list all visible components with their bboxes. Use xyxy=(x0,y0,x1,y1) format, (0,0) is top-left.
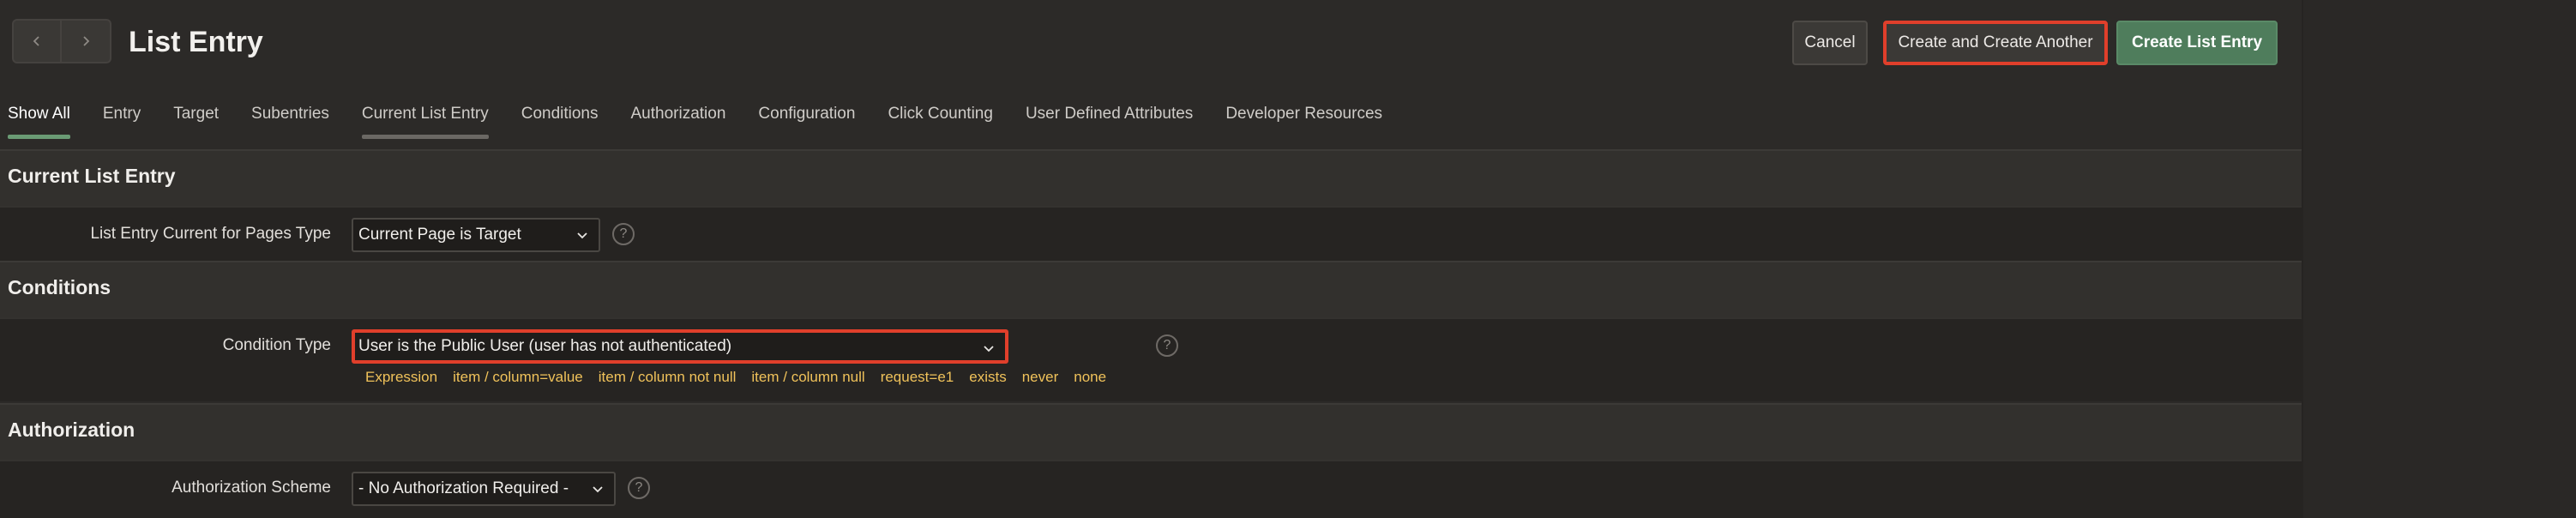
right-gutter xyxy=(2302,0,2576,518)
quick-pick-link[interactable]: request=e1 xyxy=(881,369,954,386)
record-navigation xyxy=(12,19,113,63)
field-label: List Entry Current for Pages Type xyxy=(90,225,331,243)
tab-authorization[interactable]: Authorization xyxy=(631,94,726,142)
page-title: List Entry xyxy=(129,26,263,58)
tab-target[interactable]: Target xyxy=(173,94,219,142)
previous-button[interactable] xyxy=(12,19,62,63)
help-icon[interactable]: ? xyxy=(1156,334,1178,357)
tab-developer-resources[interactable]: Developer Resources xyxy=(1225,94,1382,142)
quick-pick-link[interactable]: exists xyxy=(969,369,1006,386)
section-current-list-entry: Current List Entry xyxy=(0,149,2302,206)
chevron-down-icon xyxy=(984,346,994,352)
section-title: Authorization xyxy=(8,419,135,441)
quick-pick-link[interactable]: Expression xyxy=(365,369,437,386)
help-icon[interactable]: ? xyxy=(628,477,650,499)
section-authorization: Authorization xyxy=(0,403,2302,460)
select-value: - No Authorization Required - xyxy=(358,479,569,497)
region-tabs: Show All Entry Target Subentries Current… xyxy=(0,94,1382,142)
quick-pick-link[interactable]: item / column null xyxy=(751,369,864,386)
select-value: User is the Public User (user has not au… xyxy=(358,337,732,355)
create-and-create-another-button[interactable]: Create and Create Another xyxy=(1883,21,2108,65)
quick-pick-link[interactable]: item / column=value xyxy=(453,369,583,386)
row-current-pages-type: List Entry Current for Pages Type Curren… xyxy=(0,206,2302,261)
section-conditions: Conditions xyxy=(0,261,2302,317)
help-icon[interactable]: ? xyxy=(612,223,635,245)
chevron-left-icon xyxy=(33,36,39,46)
tab-show-all[interactable]: Show All xyxy=(8,94,70,142)
tab-current-list-entry[interactable]: Current List Entry xyxy=(361,94,489,142)
create-list-entry-button[interactable]: Create List Entry xyxy=(2116,21,2278,65)
current-pages-type-select[interactable]: Current Page is Target xyxy=(352,218,600,252)
tab-click-counting[interactable]: Click Counting xyxy=(888,94,993,142)
tab-conditions[interactable]: Conditions xyxy=(521,94,599,142)
quick-pick-link[interactable]: item / column not null xyxy=(599,369,737,386)
authorization-scheme-select[interactable]: - No Authorization Required - xyxy=(352,472,616,506)
main-panel: List Entry Cancel Create and Create Anot… xyxy=(0,0,2302,518)
field-label: Condition Type xyxy=(222,336,331,354)
chevron-right-icon xyxy=(83,36,90,46)
select-value: Current Page is Target xyxy=(358,226,521,244)
row-authorization-scheme: Authorization Scheme - No Authorization … xyxy=(0,460,2302,518)
quick-pick-link[interactable]: none xyxy=(1074,369,1106,386)
condition-type-select[interactable]: User is the Public User (user has not au… xyxy=(352,329,1008,364)
chevron-down-icon xyxy=(593,486,603,493)
section-title: Current List Entry xyxy=(8,165,176,187)
cancel-button[interactable]: Cancel xyxy=(1792,21,1868,65)
tab-user-defined-attributes[interactable]: User Defined Attributes xyxy=(1026,94,1193,142)
row-condition-type: Condition Type User is the Public User (… xyxy=(0,317,2302,401)
condition-quick-picks: Expression item / column=value item / co… xyxy=(365,369,1122,386)
field-label: Authorization Scheme xyxy=(172,479,331,497)
section-title: Conditions xyxy=(8,276,111,298)
tab-entry[interactable]: Entry xyxy=(103,94,141,142)
chevron-down-icon xyxy=(577,232,587,239)
quick-pick-link[interactable]: never xyxy=(1022,369,1059,386)
next-button[interactable] xyxy=(62,19,111,63)
tab-subentries[interactable]: Subentries xyxy=(251,94,329,142)
tab-configuration[interactable]: Configuration xyxy=(758,94,855,142)
